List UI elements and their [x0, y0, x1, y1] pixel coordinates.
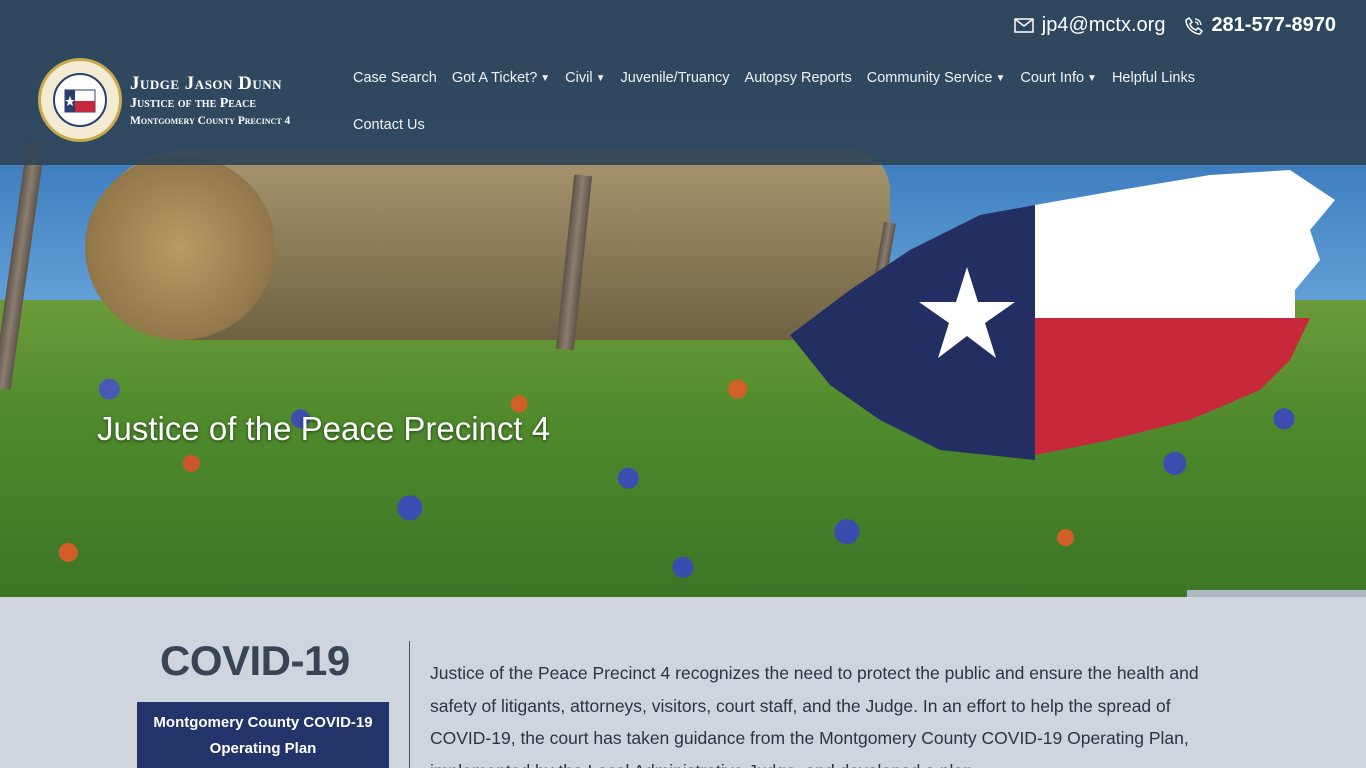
hero-corner-bar	[1187, 590, 1366, 597]
nav-item-community-service[interactable]: Community Service ▼	[867, 70, 1006, 86]
nav-label: Got A Ticket?	[451, 70, 538, 86]
contact-bar: jp4@mctx.org 281-577-8970	[1014, 14, 1336, 37]
nav-item-autopsy-reports[interactable]: Autopsy Reports	[745, 70, 852, 86]
nav-label: Case Search	[353, 70, 437, 86]
nav-row-1: Case Search Got A Ticket? ▼ Civil ▼ Juveni…	[353, 68, 1353, 88]
vertical-divider	[409, 641, 410, 768]
nav-label: Juvenile/Truancy	[620, 70, 730, 86]
nav-label: Contact Us	[353, 117, 425, 133]
email-text: jp4@mctx.org	[1041, 14, 1166, 36]
nav-item-case-search[interactable]: Case Search	[353, 70, 437, 86]
hero-hay-bale-end	[85, 155, 275, 340]
nav-item-civil[interactable]: Civil ▼	[565, 70, 605, 86]
nav-label: Community Service	[866, 70, 993, 86]
phone-text: 281-577-8970	[1211, 14, 1336, 36]
brand-judge-name: Judge Jason Dunn	[130, 73, 283, 94]
nav-item-juvenile-truancy[interactable]: Juvenile/Truancy	[620, 70, 729, 86]
covid-operating-plan-button[interactable]: Montgomery County COVID-19 Operating Pla…	[137, 702, 389, 768]
email-link[interactable]: jp4@mctx.org	[1014, 14, 1166, 37]
seal-emblem	[53, 73, 107, 127]
seal-star-icon	[64, 89, 96, 113]
site-brand[interactable]: Judge Jason Dunn Justice of the Peace Mo…	[130, 73, 290, 127]
chevron-down-icon: ▼	[995, 72, 1006, 84]
nav-item-got-a-ticket[interactable]: Got A Ticket? ▼	[452, 70, 550, 86]
covid-heading: COVID-19	[160, 637, 350, 684]
nav-label: Autopsy Reports	[744, 70, 852, 86]
covid-section: COVID-19 Montgomery County COVID-19 Oper…	[0, 597, 1366, 768]
chevron-down-icon: ▼	[1087, 72, 1097, 84]
texas-flag-graphic	[790, 170, 1335, 460]
nav-label: Court Info	[1020, 70, 1085, 86]
covid-body-text: Justice of the Peace Precinct 4 recogniz…	[430, 663, 1199, 768]
chevron-down-icon: ▼	[540, 72, 551, 84]
nav-label: Civil	[565, 70, 593, 86]
envelope-icon	[1014, 18, 1034, 33]
nav-item-contact-us[interactable]: Contact Us	[353, 117, 425, 133]
main-nav: Case Search Got A Ticket? ▼ Civil ▼ Juveni…	[353, 68, 1353, 135]
phone-icon	[1185, 16, 1204, 35]
phone-link[interactable]: 281-577-8970	[1185, 14, 1336, 37]
brand-office: Justice of the Peace	[130, 96, 257, 111]
brand-precinct: Montgomery County Precinct 4	[130, 115, 291, 127]
nav-row-2: Contact Us	[353, 115, 1353, 135]
hero-title: Justice of the Peace Precinct 4	[97, 410, 551, 447]
county-seal-logo[interactable]	[38, 58, 122, 142]
nav-item-court-info[interactable]: Court Info ▼	[1020, 70, 1097, 86]
nav-item-helpful-links[interactable]: Helpful Links	[1112, 70, 1195, 86]
site-header: jp4@mctx.org 281-577-8970 Judge Jason Du…	[0, 0, 1366, 165]
chevron-down-icon: ▼	[595, 72, 606, 84]
nav-label: Helpful Links	[1111, 70, 1195, 86]
